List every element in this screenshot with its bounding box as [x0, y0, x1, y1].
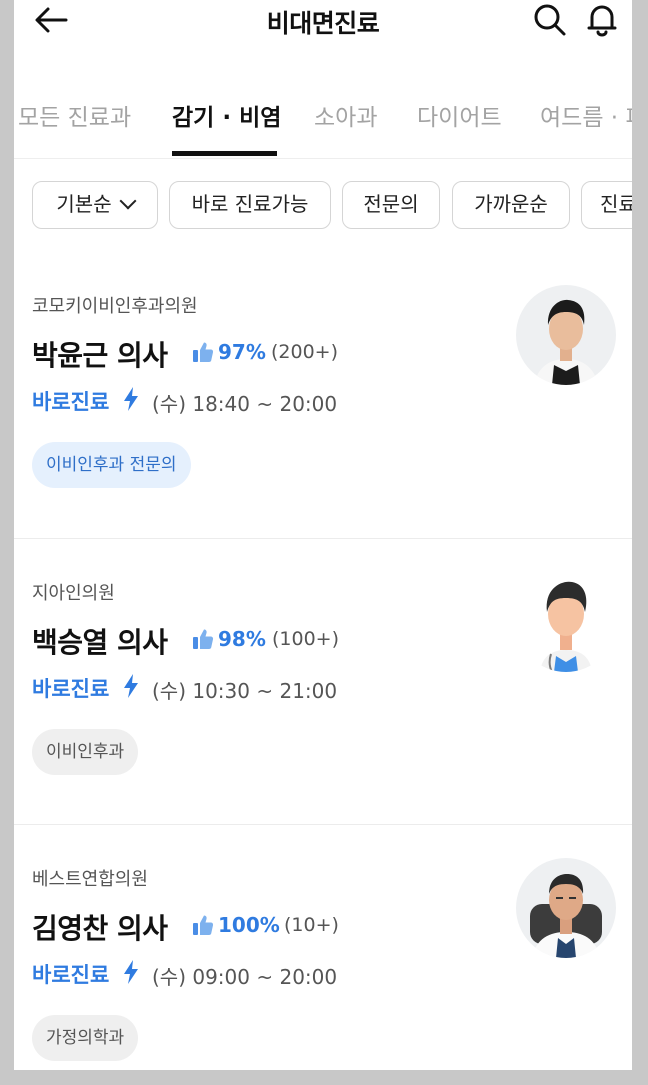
thumbs-up-icon	[193, 342, 214, 362]
review-count: (200+)	[271, 341, 339, 363]
doctor-illustration	[540, 581, 592, 672]
active-tab-indicator	[172, 151, 277, 156]
review-count: (10+)	[284, 914, 339, 936]
sort-dropdown[interactable]: 기본순	[32, 181, 158, 229]
header: 비대면진료	[14, 0, 632, 44]
thumbs-up-icon	[193, 915, 214, 935]
search-button[interactable]	[532, 2, 568, 38]
tab-all-departments[interactable]: 모든 진료과	[18, 98, 131, 132]
tab-cold-rhinitis[interactable]: 감기 · 비염	[172, 98, 281, 132]
lightning-bolt-icon	[124, 960, 138, 984]
available-hours: (수) 18:40 ~ 20:00	[152, 392, 338, 416]
tab-pediatrics[interactable]: 소아과	[314, 98, 377, 132]
tab-diet[interactable]: 다이어트	[417, 98, 502, 132]
doctor-avatar	[516, 858, 616, 958]
specialty-tag: 가정의학과	[32, 1015, 139, 1061]
screen: 비대면진료 모든 진료과 감기 · 비염 소아과 다이어트 여드름 · 피 기본…	[14, 0, 632, 1070]
specialty-tag: 이비인후과 전문의	[32, 442, 191, 488]
doctor-avatar	[516, 572, 616, 672]
sort-label: 기본순	[56, 192, 112, 216]
doctor-name: 박윤근 의사	[32, 339, 168, 372]
doctor-avatar	[516, 285, 616, 385]
doctor-photo	[534, 299, 598, 385]
filter-nearest[interactable]: 가까운순	[452, 181, 570, 229]
clinic-name: 지아인의원	[32, 583, 115, 604]
doctor-name: 백승열 의사	[32, 626, 168, 659]
doctor-card[interactable]: 지아인의원 백승열 의사 98% (100+) 바로진료 (수) 10:30 ~…	[14, 538, 632, 825]
available-hours: (수) 09:00 ~ 20:00	[152, 965, 338, 989]
rating-percent: 98%	[218, 627, 266, 651]
instant-visit-badge: 바로진료	[32, 390, 110, 414]
chevron-down-icon	[119, 192, 137, 210]
instant-visit-badge: 바로진료	[32, 677, 110, 701]
doctor-photo	[530, 874, 602, 958]
specialty-tag: 이비인후과	[32, 729, 139, 775]
filter-clinic-more[interactable]: 진료남	[581, 181, 632, 229]
thumbs-up-icon	[193, 629, 214, 649]
lightning-bolt-icon	[124, 387, 138, 411]
doctor-card[interactable]: 코모키이비인후과의원 박윤근 의사 97% (200+) 바로진료 (수) 18…	[14, 252, 632, 538]
doctor-card[interactable]: 베스트연합의원 김영찬 의사 100% (10+) 바로진료 (수) 09:00…	[14, 824, 632, 1070]
filter-specialist[interactable]: 전문의	[342, 181, 440, 229]
filter-available-now[interactable]: 바로 진료가능	[169, 181, 331, 229]
available-hours: (수) 10:30 ~ 21:00	[152, 679, 338, 703]
review-count: (100+)	[272, 628, 340, 650]
clinic-name: 코모키이비인후과의원	[32, 296, 198, 317]
lightning-bolt-icon	[124, 674, 138, 698]
bell-icon	[587, 5, 617, 37]
rating-percent: 100%	[218, 913, 280, 937]
notification-button[interactable]	[584, 2, 620, 38]
doctor-name: 김영찬 의사	[32, 912, 168, 945]
search-icon	[534, 4, 566, 36]
instant-visit-badge: 바로진료	[32, 963, 110, 987]
rating-percent: 97%	[218, 340, 266, 364]
tab-acne[interactable]: 여드름 · 피	[540, 98, 632, 132]
category-tabs: 모든 진료과 감기 · 비염 소아과 다이어트 여드름 · 피	[14, 88, 632, 159]
clinic-name: 베스트연합의원	[32, 869, 148, 890]
